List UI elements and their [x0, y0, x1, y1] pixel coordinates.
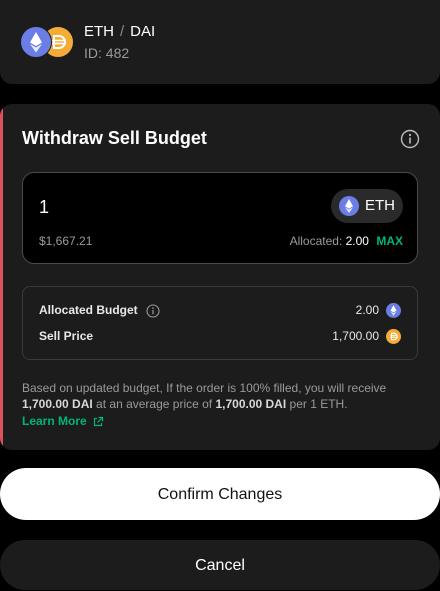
outcome-note: Based on updated budget, If the order is…	[22, 380, 418, 412]
info-icon[interactable]	[146, 304, 160, 318]
note-receive-amount: 1,700.00 DAI	[22, 397, 93, 411]
pair-quote-symbol: DAI	[130, 23, 156, 40]
cancel-button[interactable]: Cancel	[0, 540, 440, 590]
info-icon[interactable]	[400, 129, 420, 149]
withdraw-amount-input[interactable]	[39, 195, 289, 219]
note-average-price: 1,700.00 DAI	[215, 397, 287, 411]
usd-value: $1,667.21	[39, 234, 93, 248]
token-selector[interactable]: ETH	[331, 189, 403, 223]
confirm-changes-button[interactable]: Confirm Changes	[0, 468, 440, 520]
pair-token-icons	[20, 26, 74, 58]
withdraw-budget-card: Withdraw Sell Budget ETH $1,667.21 Alloc…	[0, 104, 440, 450]
eth-icon	[20, 26, 52, 58]
eth-icon	[339, 196, 359, 216]
allocated-budget-value: 2.00	[355, 303, 379, 317]
dialog-title: Withdraw Sell Budget	[22, 128, 207, 148]
allocated-value: 2.00	[345, 234, 369, 248]
allocated-label: Allocated:	[289, 234, 343, 248]
dai-icon	[386, 329, 401, 344]
pair-separator: /	[120, 23, 125, 40]
amount-input-box: ETH $1,667.21 Allocated: 2.00 MAX	[22, 172, 418, 264]
order-id: ID: 482	[84, 45, 130, 61]
allocated-budget-label: Allocated Budget	[39, 303, 138, 317]
note-text-2: at an average price of	[92, 397, 216, 411]
eth-icon	[386, 303, 401, 318]
learn-more-link[interactable]: Learn More	[22, 414, 87, 428]
external-link-icon[interactable]	[92, 415, 104, 427]
sell-price-label: Sell Price	[39, 329, 94, 343]
note-text-1: Based on updated budget, If the order is…	[22, 381, 387, 395]
pair-title: ETH / DAI	[84, 23, 155, 40]
sell-accent-bar	[0, 104, 3, 450]
pair-header: ETH / DAI ID: 482	[0, 0, 440, 84]
max-button[interactable]: MAX	[376, 234, 403, 248]
pair-base-symbol: ETH	[84, 23, 114, 40]
sell-price-value: 1,700.00	[332, 329, 379, 343]
allocated-line: Allocated: 2.00 MAX	[290, 234, 403, 248]
note-text-3: per 1 ETH.	[286, 397, 348, 411]
token-symbol: ETH	[365, 197, 395, 214]
budget-summary: Allocated Budget 2.00 Sell Price 1,700.0…	[22, 286, 418, 360]
